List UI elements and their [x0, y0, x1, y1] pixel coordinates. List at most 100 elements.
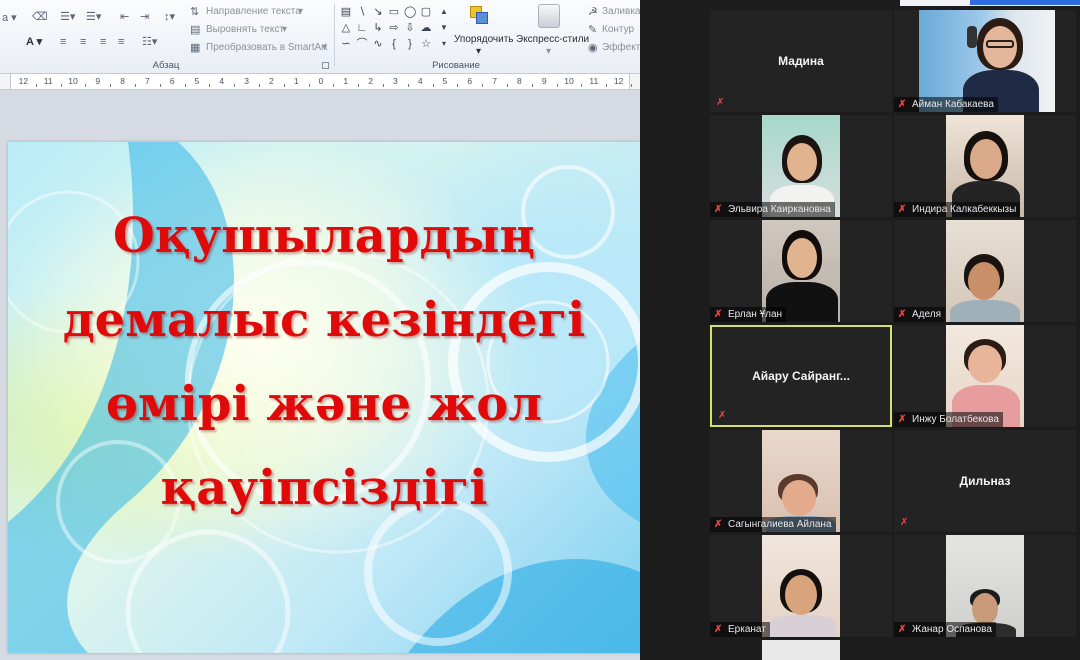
shape-fill-button[interactable]: Заливка — [602, 6, 641, 18]
text-direction-dropdown-icon[interactable]: ▾ — [298, 6, 303, 18]
numbering-icon[interactable]: ☰▾ — [86, 11, 101, 23]
rounded-rect-shape-icon[interactable]: ▢ — [420, 6, 432, 18]
participant-tile[interactable]: ✗ Эльвира Каиркановна — [710, 115, 892, 217]
elbow-connector-shape-icon[interactable]: ∟ — [356, 22, 368, 34]
participant-name-bar: ✗ Ерканат — [710, 622, 770, 637]
textbox-shape-icon[interactable]: ▤ — [340, 6, 352, 18]
participant-name-bar: ✗ Сагынгалиева Айлана — [710, 517, 836, 532]
left-brace-shape-icon[interactable]: { — [388, 38, 400, 50]
ruler-minor-tick — [35, 84, 37, 87]
shape-effects-button[interactable]: Эффект — [602, 42, 640, 54]
star-shape-icon[interactable]: ☆ — [420, 38, 432, 50]
freeform-shape-icon[interactable]: ∿ — [372, 38, 384, 50]
convert-smartart-button[interactable]: Преобразовать в SmartArt — [206, 42, 327, 54]
shape-outline-button[interactable]: Контур — [602, 24, 634, 36]
paragraph-group: а ▾ A ▾ ⌫ ☰▾ ☰▾ ⇤ ⇥ ↕▾ ≡ ≡ ≡ ≡ ☷▾ ⇅ Напр… — [0, 0, 332, 74]
participant-tile[interactable]: ✗ Сагынгалиева Айлана — [710, 430, 892, 532]
arrange-button[interactable]: Упорядочить — [454, 34, 514, 46]
align-center-icon[interactable]: ≡ — [80, 36, 86, 48]
convert-smartart-dropdown-icon[interactable]: ▾ — [322, 42, 327, 54]
muted-mic-icon: ✗ — [718, 410, 727, 421]
elbow-arrow-shape-icon[interactable]: ↳ — [372, 22, 384, 34]
muted-mic-icon: ✗ — [716, 97, 725, 108]
oval-shape-icon[interactable]: ◯ — [404, 6, 416, 18]
participant-name: Айман Кабакаева — [912, 99, 994, 110]
participant-tile[interactable]: Мадина ✗ — [710, 10, 892, 112]
slide-title-line: демалыс кезіндегі — [62, 292, 586, 348]
text-direction-button[interactable]: Направление текста — [206, 6, 301, 18]
ruler-minor-tick — [358, 84, 360, 87]
rectangle-shape-icon[interactable]: ▭ — [388, 6, 400, 18]
ruler-minor-tick — [606, 84, 608, 87]
participant-tile[interactable]: Дильназ ✗ — [894, 430, 1076, 532]
line-spacing-icon[interactable]: ↕▾ — [164, 11, 175, 23]
arc-shape-icon[interactable]: ⌒ — [356, 38, 368, 50]
smartart-icon: ▦ — [190, 42, 201, 54]
participant-tile[interactable]: ✗ Жанар Оспанова — [894, 535, 1076, 637]
ruler-tick-label: 4 — [417, 76, 423, 86]
participant-name: Сагынгалиева Айлана — [728, 519, 832, 530]
cloud-shape-icon[interactable]: ☁ — [420, 22, 432, 34]
ruler-tick-label: 2 — [368, 76, 373, 86]
down-arrow-shape-icon[interactable]: ⇩ — [404, 22, 416, 34]
participant-tile[interactable]: ✗ Индира Калкабеккызы — [894, 115, 1076, 217]
ruler-minor-tick — [383, 84, 384, 87]
align-left-icon[interactable]: ≡ — [60, 36, 66, 48]
slide-title[interactable]: Оқушылардың демалыс кезіндегі өмірі және… — [8, 194, 640, 530]
align-text-dropdown-icon[interactable]: ▾ — [282, 24, 287, 36]
ruler-minor-tick — [407, 84, 409, 87]
ruler-minor-tick — [556, 84, 558, 87]
ruler-tick-label: 11 — [589, 76, 599, 86]
ruler-tick-label: 12 — [18, 76, 29, 86]
font-color-icon[interactable]: A ▾ — [26, 36, 42, 48]
curve-shape-icon[interactable]: ∽ — [340, 38, 352, 50]
decrease-indent-icon[interactable]: ⇤ — [120, 11, 129, 23]
bullets-icon[interactable]: ☰▾ — [60, 11, 75, 23]
increase-indent-icon[interactable]: ⇥ — [140, 11, 149, 23]
arrow-line-shape-icon[interactable]: ↘ — [372, 6, 384, 18]
screen: а ▾ A ▾ ⌫ ☰▾ ☰▾ ⇤ ⇥ ↕▾ ≡ ≡ ≡ ≡ ☷▾ ⇅ Напр… — [0, 0, 1080, 660]
ruler-minor-tick — [184, 84, 186, 87]
participant-name: Жанар Оспанова — [912, 624, 992, 635]
slide[interactable]: Оқушылардың демалыс кезіндегі өмірі және… — [8, 142, 640, 653]
right-brace-shape-icon[interactable]: } — [404, 38, 416, 50]
gallery-up-icon[interactable]: ▲ — [438, 6, 450, 18]
align-right-icon[interactable]: ≡ — [100, 36, 106, 48]
ruler-tick-label: 7 — [145, 76, 150, 86]
line-shape-icon[interactable]: ∖ — [356, 6, 368, 18]
participant-tile[interactable]: ✗ Ерканат — [710, 535, 892, 637]
participant-tile[interactable]: ✗ Ерлан Ұлан — [710, 220, 892, 322]
participant-tile[interactable] — [762, 640, 840, 660]
align-text-button[interactable]: Выровнять текст — [206, 24, 284, 36]
columns-icon[interactable]: ☷▾ — [142, 36, 157, 48]
ruler-tick-label: 5 — [442, 76, 448, 86]
quick-styles-dropdown-icon[interactable]: ▾ — [546, 46, 551, 58]
muted-mic-icon: ✗ — [898, 309, 907, 320]
gallery-more-icon[interactable]: ▾ — [438, 38, 450, 50]
gallery-down-icon[interactable]: ▼ — [438, 22, 450, 34]
clear-format-icon[interactable]: ⌫ — [32, 11, 48, 23]
participant-tile[interactable]: ✗ Аделя — [894, 220, 1076, 322]
ruler-minor-tick — [60, 84, 62, 87]
participant-name-bar: ✗ Ерлан Ұлан — [710, 307, 787, 322]
justify-icon[interactable]: ≡ — [118, 36, 124, 48]
ruler-minor-tick — [283, 84, 285, 87]
participant-name-bar: ✗ Инжу Болатбекова — [894, 412, 1003, 427]
participant-tile[interactable]: ✗ Инжу Болатбекова — [894, 325, 1076, 427]
font-size-icon[interactable]: а ▾ — [2, 12, 17, 24]
triangle-shape-icon[interactable]: △ — [340, 22, 352, 34]
right-arrow-shape-icon[interactable]: ⇨ — [388, 22, 400, 34]
participant-name: Дильназ — [959, 474, 1011, 488]
active-speaker-tile[interactable]: Айару Сайранг... ✗ — [710, 325, 892, 427]
ruler-minor-tick — [531, 84, 533, 87]
participant-tile[interactable]: ✗ Айман Кабакаева — [894, 10, 1076, 112]
ruler-tick-label: 10 — [564, 76, 574, 86]
shapes-gallery[interactable]: ▤ ∖ ↘ ▭ ◯ ▢ ▲ △ ∟ ↳ ⇨ ⇩ ☁ ▼ ∽ ⌒ ∿ { } ☆ — [340, 6, 450, 56]
participant-name: Айару Сайранг... — [752, 369, 850, 383]
ruler-minor-tick — [631, 84, 632, 87]
quick-styles-button[interactable]: Экспресс-стили — [516, 34, 589, 46]
paragraph-dialog-launcher-icon[interactable] — [322, 62, 329, 69]
horizontal-ruler[interactable]: 12 11 10 9 8 7 6 5 4 3 2 1 0 1 2 3 4 5 6 7 8 9 10 11 12 — [0, 74, 640, 90]
arrange-dropdown-icon[interactable]: ▾ — [476, 46, 481, 58]
ruler-minor-tick — [308, 84, 310, 87]
